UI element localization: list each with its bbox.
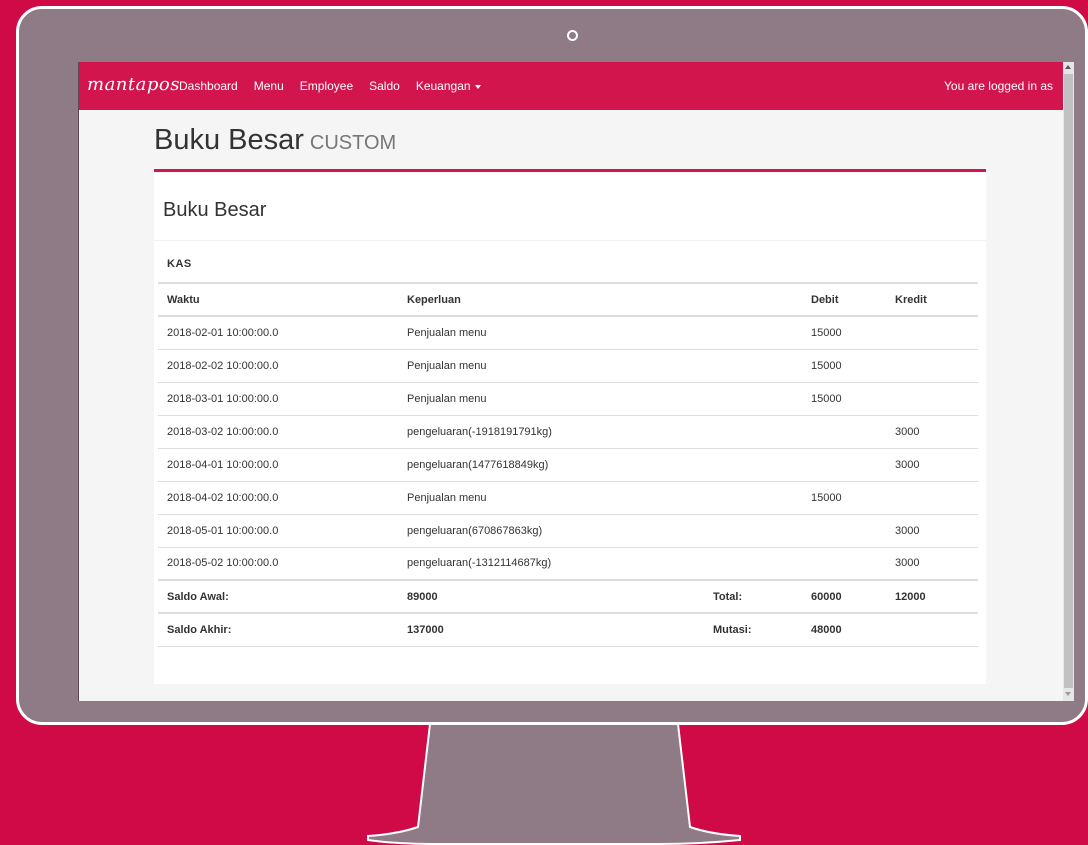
cell-debit: 15000	[802, 315, 886, 349]
cell-waktu: 2018-04-01 10:00:00.0	[158, 447, 398, 481]
cell-kredit	[886, 381, 978, 415]
panel-heading: Buku Besar	[154, 172, 986, 241]
cell-waktu: 2018-02-02 10:00:00.0	[158, 348, 398, 382]
saldo-awal-label: Saldo Awal:	[158, 579, 398, 613]
cell-kredit: 3000	[886, 513, 978, 547]
table-row: 2018-05-01 10:00:00.0 pengeluaran(670867…	[158, 513, 978, 547]
cell-kredit: 3000	[886, 414, 978, 448]
panel-title: Buku Besar	[163, 199, 267, 221]
saldo-awal-value: 89000	[398, 579, 704, 613]
scroll-thumb[interactable]	[1064, 74, 1073, 688]
column-header-kredit: Kredit	[886, 282, 978, 317]
cell-debit: 15000	[802, 480, 886, 514]
table-row: 2018-03-01 10:00:00.0 Penjualan menu 150…	[158, 381, 978, 415]
cell-kredit: 3000	[886, 546, 978, 580]
total-kredit: 12000	[886, 579, 978, 613]
cell-keperluan: Penjualan menu	[398, 480, 704, 514]
cell-waktu: 2018-05-02 10:00:00.0	[158, 546, 398, 580]
monitor-camera	[567, 30, 578, 41]
column-header-keperluan: Keperluan	[398, 282, 704, 317]
page-title: Buku Besar CUSTOM	[154, 124, 396, 157]
summary-empty-cell	[886, 612, 978, 647]
table-row: 2018-03-02 10:00:00.0 pengeluaran(-19181…	[158, 414, 978, 448]
cell-debit	[802, 447, 886, 481]
table-header-row: Waktu Keperluan Debit Kredit	[158, 282, 978, 317]
nav-link-menu[interactable]: Menu	[254, 79, 284, 93]
monitor-frame: mantapos Dashboard Menu Employee Saldo K…	[16, 6, 1088, 725]
mutasi-label: Mutasi:	[704, 612, 802, 647]
cell-kredit	[886, 348, 978, 382]
column-header-waktu: Waktu	[158, 282, 398, 317]
nav-dropdown-label: Keuangan	[415, 79, 471, 93]
user-status: You are logged in as	[944, 79, 1053, 93]
cell-kredit	[886, 480, 978, 514]
mutasi-value: 48000	[802, 612, 886, 647]
saldo-akhir-value: 137000	[398, 612, 704, 647]
cell-spacer	[704, 381, 802, 415]
column-header-debit: Debit	[802, 282, 886, 317]
navbar: mantapos Dashboard Menu Employee Saldo K…	[79, 62, 1063, 110]
table-row: 2018-04-01 10:00:00.0 pengeluaran(147761…	[158, 447, 978, 481]
browser-screen: mantapos Dashboard Menu Employee Saldo K…	[78, 62, 1074, 701]
ledger-panel: Buku Besar KAS Waktu Keperluan Debit Kre…	[154, 172, 986, 684]
summary-row-saldo-awal: Saldo Awal: 89000 Total: 60000 12000	[158, 579, 978, 613]
cell-debit: 15000	[802, 348, 886, 382]
cell-spacer	[704, 348, 802, 382]
cell-spacer	[704, 315, 802, 349]
scroll-up-arrow-icon[interactable]	[1065, 65, 1071, 69]
cell-keperluan: pengeluaran(1477618849kg)	[398, 447, 704, 481]
cell-waktu: 2018-04-02 10:00:00.0	[158, 480, 398, 514]
cell-debit: 15000	[802, 381, 886, 415]
caret-down-icon	[474, 84, 481, 89]
scroll-down-arrow-icon[interactable]	[1065, 692, 1071, 696]
saldo-akhir-label: Saldo Akhir:	[158, 612, 398, 647]
table-row: 2018-02-02 10:00:00.0 Penjualan menu 150…	[158, 348, 978, 382]
account-label: KAS	[167, 258, 192, 270]
cell-keperluan: Penjualan menu	[398, 315, 704, 349]
cell-kredit	[886, 315, 978, 349]
cell-spacer	[704, 513, 802, 547]
cell-spacer	[704, 480, 802, 514]
monitor-stand	[367, 724, 741, 845]
page-title-text: Buku Besar	[154, 124, 304, 156]
cell-spacer	[704, 546, 802, 580]
cell-waktu: 2018-03-02 10:00:00.0	[158, 414, 398, 448]
cell-debit	[802, 414, 886, 448]
cell-debit	[802, 513, 886, 547]
nav-link-dashboard[interactable]: Dashboard	[179, 79, 238, 93]
cell-keperluan: pengeluaran(-1918191791kg)	[398, 414, 704, 448]
vertical-scrollbar[interactable]	[1063, 62, 1074, 701]
table-row: 2018-05-02 10:00:00.0 pengeluaran(-13121…	[158, 546, 978, 580]
cell-spacer	[704, 447, 802, 481]
table-row: 2018-04-02 10:00:00.0 Penjualan menu 150…	[158, 480, 978, 514]
cell-kredit: 3000	[886, 447, 978, 481]
page-header: Buku Besar CUSTOM	[154, 124, 986, 172]
cell-keperluan: pengeluaran(-1312114687kg)	[398, 546, 704, 580]
cell-waktu: 2018-02-01 10:00:00.0	[158, 315, 398, 349]
total-label: Total:	[704, 579, 802, 613]
cell-keperluan: pengeluaran(670867863kg)	[398, 513, 704, 547]
nav-link-employee[interactable]: Employee	[300, 79, 353, 93]
summary-row-saldo-akhir: Saldo Akhir: 137000 Mutasi: 48000	[158, 612, 978, 647]
cell-keperluan: Penjualan menu	[398, 381, 704, 415]
cell-waktu: 2018-05-01 10:00:00.0	[158, 513, 398, 547]
cell-spacer	[704, 414, 802, 448]
total-debit: 60000	[802, 579, 886, 613]
cell-waktu: 2018-03-01 10:00:00.0	[158, 381, 398, 415]
nav-dropdown-keuangan[interactable]: Keuangan	[416, 79, 481, 93]
page-subtitle: CUSTOM	[309, 132, 397, 154]
table-row: 2018-02-01 10:00:00.0 Penjualan menu 150…	[158, 315, 978, 349]
column-header-spacer	[704, 282, 802, 317]
brand-logo[interactable]: mantapos	[87, 74, 180, 95]
nav-links: Dashboard Menu Employee Saldo Keuangan	[179, 62, 497, 110]
ledger-table: Waktu Keperluan Debit Kredit 2018-02-01 …	[158, 282, 978, 647]
cell-keperluan: Penjualan menu	[398, 348, 704, 382]
cell-debit	[802, 546, 886, 580]
nav-link-saldo[interactable]: Saldo	[369, 79, 400, 93]
table-body: 2018-02-01 10:00:00.0 Penjualan menu 150…	[158, 315, 978, 580]
